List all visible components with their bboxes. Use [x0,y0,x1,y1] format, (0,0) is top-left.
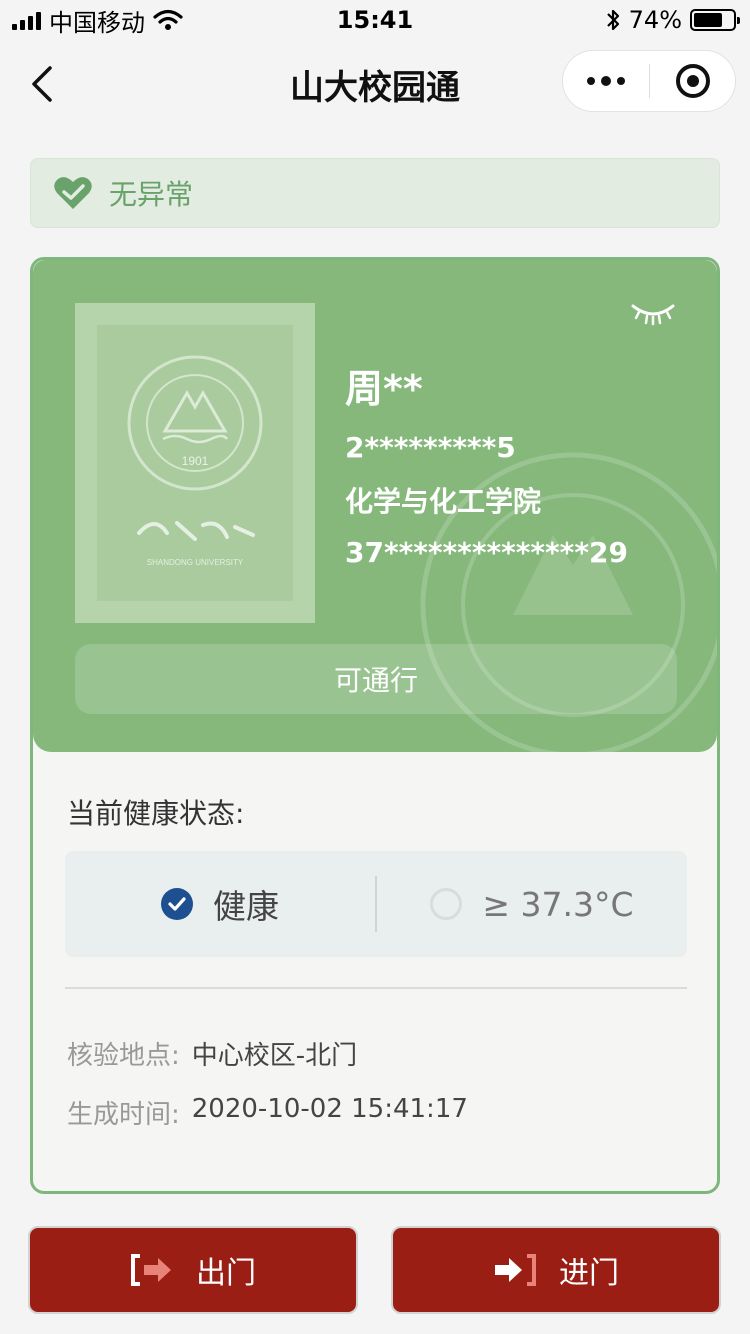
checked-circle-icon [161,888,193,920]
carrier-label: 中国移动 [49,8,145,37]
time-row: 生成时间: 2020-10-02 15:41:17 [67,1094,468,1131]
university-seal: 1901 SHANDONG UNIVERSITY [127,355,263,567]
more-button[interactable] [563,51,649,111]
battery-icon [690,9,740,31]
banner-text: 无异常 [109,178,194,211]
pass-status: 可通行 [75,644,677,714]
divider [65,987,687,989]
health-option-fever[interactable]: ≥ 37.3°C [377,851,687,957]
identity-info: 周** 2*********5 化学与化工学院 37**************… [345,358,628,569]
location-value: 中心校区-北门 [191,1041,358,1071]
toggle-visibility-icon[interactable] [629,298,677,328]
status-bar: 中国移动 15:41 74% [0,0,750,40]
exit-door-icon [131,1254,171,1286]
health-status-selector: 健康 ≥ 37.3°C [65,851,687,957]
more-dots-icon [587,77,595,85]
close-miniprogram-button[interactable] [650,51,735,111]
svg-text:SHANDONG UNIVERSITY: SHANDONG UNIVERSITY [147,558,244,567]
health-option-label: ≥ 37.3°C [482,884,634,924]
unchecked-circle-icon [430,888,463,920]
location-row: 核验地点: 中心校区-北门 [67,1035,357,1072]
heart-check-icon [54,177,92,209]
time-value: 2020-10-02 15:41:17 [191,1094,468,1124]
wifi-icon [153,9,183,30]
status-banner: 无异常 [30,158,720,228]
target-icon [675,64,710,98]
bluetooth-icon [606,9,619,31]
college-name: 化学与化工学院 [345,485,542,518]
health-status-title: 当前健康状态: [67,797,245,830]
pass-card: 1901 SHANDONG UNIVERSITY 周** 2*********5… [30,257,720,1194]
student-id: 2*********5 [345,431,516,464]
page-title: 山大校园通 [290,67,460,108]
exit-label: 出门 [196,1256,256,1291]
time-label: 生成时间: [67,1100,180,1130]
identity-panel: 1901 SHANDONG UNIVERSITY 周** 2*********5… [33,260,717,752]
enter-label: 进门 [559,1256,619,1291]
back-arrow-icon[interactable] [28,66,58,102]
exit-button[interactable]: 出门 [28,1226,358,1314]
health-option-label: 健康 [213,887,279,926]
enter-button[interactable]: 进门 [391,1226,721,1314]
health-option-healthy[interactable]: 健康 [65,851,375,957]
signal-icon [12,10,41,30]
nav-bar: 山大校园通 [0,40,750,128]
location-label: 核验地点: [67,1041,180,1071]
svg-text:1901: 1901 [182,454,209,468]
battery-percent: 74% [628,6,682,34]
profile-photo: 1901 SHANDONG UNIVERSITY [75,303,315,623]
id-card-number: 37**************29 [345,536,628,569]
enter-door-icon [495,1254,536,1286]
student-name: 周** [345,367,423,411]
miniprogram-capsule [562,50,736,112]
